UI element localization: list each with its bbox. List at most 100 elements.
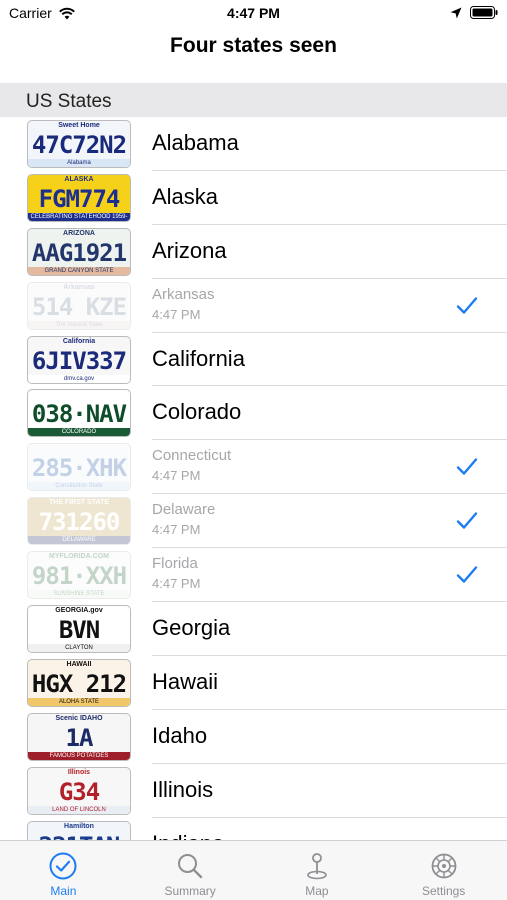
section-header-label: US States — [26, 91, 112, 112]
plate-bottom-text: ALOHA STATE — [28, 697, 130, 706]
plate-number: 285·XHK — [31, 454, 127, 483]
plate-top-text: ARIZONA — [63, 229, 95, 237]
state-name: Illinois — [152, 776, 214, 802]
tab-settings[interactable]: Settings — [380, 841, 507, 900]
license-plate-image: 038·NAV COLORADO — [27, 389, 131, 438]
plate-bottom-text: FAMOUS POTATOES — [28, 751, 130, 760]
state-row[interactable]: Arkansas 514 KZE The Natural State Arkansas… — [0, 279, 507, 333]
state-name: Colorado — [152, 399, 242, 425]
state-name: Hawaii — [152, 668, 219, 694]
state-row[interactable]: THE FIRST STATE 731260 DELAWARE Delaware 4:4… — [0, 494, 507, 549]
plate-top-text: MYFLORIDA.COM — [49, 553, 109, 561]
license-plate-image: HAWAII HGX 212 ALOHA STATE — [27, 658, 131, 707]
plate-bottom-text: COLORADO — [28, 428, 130, 437]
state-row[interactable]: IllinoisG34 3404LAND OF LINCOLN Illinois — [0, 764, 507, 818]
tab-bar: Main Summary Map Settings — [0, 840, 507, 900]
license-plate-image: GEORGIA.govBVN 0669CLAYTON — [27, 605, 131, 654]
state-row[interactable]: ARIZONA AAG1921 GRAND CANYON STATE Arizona — [0, 225, 507, 279]
tab-settings-label: Settings — [421, 884, 466, 898]
gear-icon — [431, 853, 457, 879]
status-bar: Carrier 4:47 PM — [0, 0, 507, 28]
state-name-seen: Delaware — [152, 501, 216, 519]
state-row[interactable]: ALASKAFGM774CELEBRATING STATEHOOD 1959-2… — [0, 171, 507, 225]
plate-number: FGM774 — [38, 184, 121, 213]
seen-timestamp: 4:47 PM — [152, 576, 201, 592]
section-header: US States — [0, 83, 507, 117]
plate-top-text: Sweet Home — [58, 122, 100, 129]
checkmark-circle-icon — [49, 852, 77, 880]
page-title: Four states seen — [170, 34, 337, 57]
plate-top-text: Arkansas — [63, 283, 95, 291]
plate-bottom-text: The Natural State — [28, 320, 130, 329]
plate-bottom-text: dmv.ca.gov — [28, 374, 130, 383]
tab-main-label: Main — [50, 884, 77, 898]
plate-top-text: HAWAII — [66, 660, 92, 668]
license-plate-image: ALASKAFGM774CELEBRATING STATEHOOD 1959-2… — [27, 173, 131, 222]
plate-bottom-text: Alabama — [28, 159, 130, 167]
state-name-seen: Connecticut — [152, 447, 232, 465]
state-row[interactable]: MYFLORIDA.COM 981·XXH SUNSHINE STATE Florid… — [0, 548, 507, 603]
tab-main[interactable]: Main — [0, 841, 127, 900]
tab-map[interactable]: Map — [254, 841, 381, 900]
location-arrow-icon — [450, 7, 462, 18]
license-plate-image: 285·XHK Constitution State — [27, 443, 131, 492]
license-plate-image: Scenic IDAHO1A VB713FAMOUS POTATOES — [27, 712, 131, 761]
plate-number: 981·XXH — [31, 562, 127, 591]
plate-bottom-text: DELAWARE — [28, 536, 130, 545]
tab-summary[interactable]: Summary — [127, 841, 254, 900]
seen-timestamp: 4:47 PM — [152, 306, 201, 322]
tab-map-label: Map — [305, 884, 329, 898]
plate-number: 731260 — [38, 508, 121, 537]
status-right — [450, 6, 498, 19]
license-plate-image: California 6JIV337 dmv.ca.gov — [27, 335, 131, 384]
state-row[interactable]: 038·NAV COLORADO Colorado — [0, 386, 507, 441]
plate-number: 038·NAV — [31, 400, 127, 429]
license-plate-image: MYFLORIDA.COM 981·XXH SUNSHINE STATE — [27, 551, 131, 600]
state-row[interactable]: Scenic IDAHO1A VB713FAMOUS POTATOES Idaho — [0, 710, 507, 764]
plate-bottom-text: CELEBRATING STATEHOOD 1959-2009 — [28, 212, 130, 221]
state-row[interactable]: Sweet Home 47C72N2 Alabama Alabama — [0, 117, 507, 171]
map-pin-icon — [307, 853, 327, 880]
state-row[interactable]: GEORGIA.govBVN 0669CLAYTON Georgia — [0, 602, 507, 656]
state-name: Alaska — [152, 183, 219, 209]
plate-number: 47C72N2 — [31, 131, 127, 159]
state-row[interactable]: California 6JIV337 dmv.ca.gov California — [0, 333, 507, 387]
state-name: Georgia — [152, 615, 231, 641]
plate-number: HGX 212 — [31, 669, 127, 698]
state-name: Alabama — [152, 130, 239, 155]
checkmark-icon — [456, 566, 478, 583]
plate-number: AAG1921 — [31, 238, 127, 267]
checkmark-icon — [456, 458, 478, 476]
state-list[interactable]: Sweet Home 47C72N2 Alabama Alabama ALASKA FGM… — [0, 117, 507, 840]
status-time: 4:47 PM — [227, 5, 280, 21]
seen-timestamp: 4:47 PM — [152, 468, 201, 484]
plate-top-text: ALASKA — [64, 175, 94, 183]
license-plate-image: Arkansas 514 KZE The Natural State — [27, 281, 131, 330]
license-plate-image: Sweet Home 47C72N2 Alabama — [27, 120, 131, 168]
state-name: Arizona — [152, 237, 227, 263]
state-row[interactable]: HAWAII HGX 212 ALOHA STATE Hawaii — [0, 656, 507, 710]
plate-bottom-text: SUNSHINE STATE — [28, 590, 130, 599]
plate-bottom-text: Constitution State — [28, 482, 130, 491]
battery-icon — [470, 6, 498, 19]
plate-top-text — [28, 444, 130, 453]
state-name: California — [152, 345, 245, 371]
plate-top-text: GEORGIA.gov — [55, 607, 103, 615]
license-plate-image: ARIZONA AAG1921 GRAND CANYON STATE — [27, 227, 131, 276]
checkmark-icon — [456, 512, 478, 529]
plate-top-text: Scenic IDAHO — [55, 714, 103, 722]
state-name-seen: Florida — [152, 555, 198, 573]
state-name: Idaho — [152, 722, 208, 748]
license-plate-image: IllinoisG34 3404LAND OF LINCOLN — [27, 766, 131, 815]
state-row[interactable]: 285·XHK Constitution State Connecticut 4:47… — [0, 440, 507, 495]
plate-top-text: THE FIRST STATE — [48, 499, 110, 507]
state-name-seen: Arkansas — [152, 285, 215, 303]
tab-summary-label: Summary — [164, 884, 216, 898]
plate-bottom-text: LAND OF LINCOLN — [28, 805, 130, 814]
plate-top-text — [28, 390, 130, 399]
plate-bottom-text: CLAYTON — [28, 644, 130, 653]
license-plate-image: Hamilton 221TAN — [27, 820, 131, 840]
magnifying-glass-icon — [178, 854, 203, 879]
state-row[interactable]: Hamilton 221TAN Indiana — [0, 818, 507, 840]
plate-number: 221TAN — [28, 832, 130, 840]
